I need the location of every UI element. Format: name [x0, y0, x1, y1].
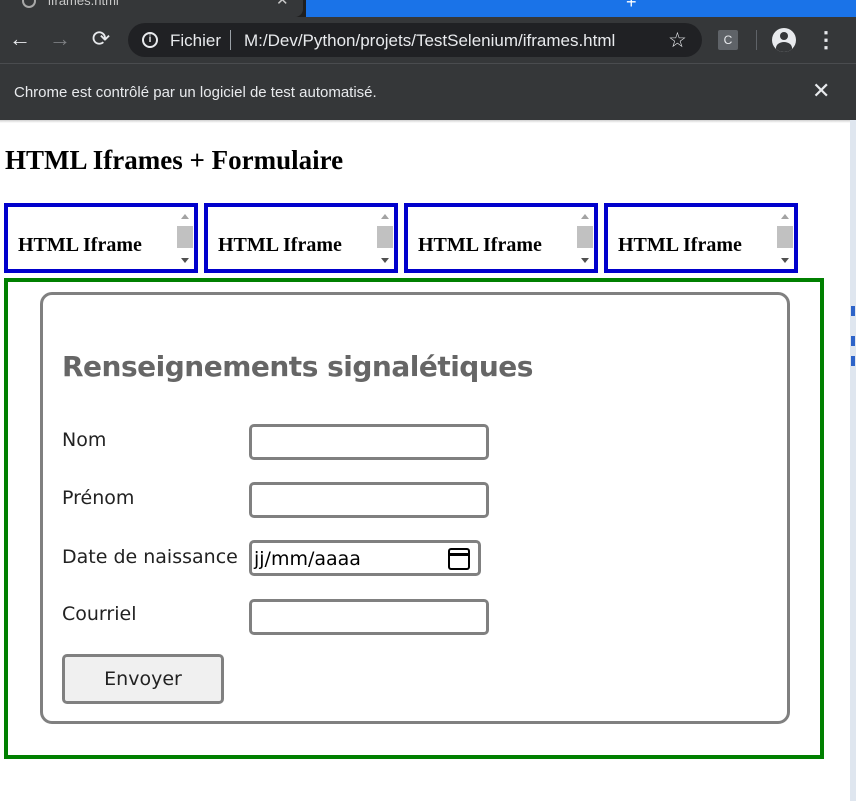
close-icon[interactable]: ✕ [812, 78, 830, 104]
profile-icon[interactable] [772, 28, 796, 52]
iframe-heading: HTML Iframe [18, 234, 142, 256]
tab-close-icon[interactable]: ✕ [276, 0, 289, 9]
scroll-down-icon[interactable] [381, 258, 389, 263]
info-icon[interactable]: i [142, 32, 158, 48]
scroll-up-icon[interactable] [181, 214, 189, 219]
new-tab-icon[interactable]: + [626, 0, 637, 13]
back-arrow-icon[interactable]: ← [4, 23, 36, 55]
scroll-up-icon[interactable] [781, 214, 789, 219]
iframe-scrollbar[interactable] [376, 212, 394, 268]
tab-title: iframes.html [48, 0, 119, 8]
kebab-menu-icon[interactable]: ⋮ [815, 25, 837, 55]
globe-icon [22, 0, 36, 8]
form-card: Renseignements signalétiques Nom Prénom … [40, 292, 790, 724]
date-label: Date de naissance [62, 546, 238, 568]
reload-icon[interactable]: ⟳ [85, 23, 117, 55]
scroll-down-icon[interactable] [781, 258, 789, 263]
submit-button[interactable]: Envoyer [62, 654, 224, 704]
iframe-heading: HTML Iframe [218, 234, 342, 256]
nom-label: Nom [62, 429, 107, 451]
window-edge [850, 120, 856, 801]
url-text[interactable]: M:/Dev/Python/projets/TestSelenium/ifram… [244, 31, 615, 51]
iframe-3[interactable]: HTML Iframe [404, 203, 598, 273]
extension-icon[interactable]: C [718, 30, 738, 50]
tab-strip: iframes.html ✕ + [0, 0, 856, 17]
scroll-down-icon[interactable] [581, 258, 589, 263]
courriel-input[interactable] [249, 599, 489, 635]
star-icon[interactable]: ☆ [668, 28, 687, 53]
browser-toolbar: ← → ⟳ i Fichier M:/Dev/Python/projets/Te… [0, 17, 856, 63]
forward-arrow-icon[interactable]: → [44, 23, 76, 55]
prenom-input[interactable] [249, 482, 489, 518]
scroll-down-icon[interactable] [181, 258, 189, 263]
page-title: HTML Iframes + Formulaire [5, 145, 344, 175]
form-title: Renseignements signalétiques [62, 350, 533, 383]
new-tab-area: + [306, 0, 856, 17]
scroll-thumb[interactable] [577, 226, 593, 248]
form-iframe[interactable]: Renseignements signalétiques Nom Prénom … [4, 278, 824, 759]
iframe-4[interactable]: HTML Iframe [604, 203, 798, 273]
date-placeholder: jj/mm/aaaa [254, 548, 361, 570]
iframe-scrollbar[interactable] [576, 212, 594, 268]
iframe-heading: HTML Iframe [618, 234, 742, 256]
address-bar[interactable]: i Fichier M:/Dev/Python/projets/TestSele… [128, 23, 702, 57]
prenom-label: Prénom [62, 487, 135, 509]
scroll-up-icon[interactable] [581, 214, 589, 219]
scroll-thumb[interactable] [377, 226, 393, 248]
nom-input[interactable] [249, 424, 489, 460]
infobar-message: Chrome est contrôlé par un logiciel de t… [14, 84, 377, 101]
calendar-icon[interactable] [448, 548, 470, 570]
date-input[interactable]: jj/mm/aaaa [249, 540, 481, 576]
url-scheme: Fichier [170, 31, 222, 50]
iframe-2[interactable]: HTML Iframe [204, 203, 398, 273]
automation-infobar: Chrome est contrôlé par un logiciel de t… [0, 63, 856, 120]
infobar-shadow [0, 120, 856, 123]
scroll-thumb[interactable] [177, 226, 193, 248]
iframe-1[interactable]: HTML Iframe [4, 203, 198, 273]
toolbar-divider [756, 30, 757, 50]
active-tab[interactable]: iframes.html ✕ [0, 0, 303, 17]
iframe-scrollbar[interactable] [776, 212, 794, 268]
iframe-heading: HTML Iframe [418, 234, 542, 256]
url-separator [230, 30, 231, 50]
scroll-up-icon[interactable] [381, 214, 389, 219]
iframe-scrollbar[interactable] [176, 212, 194, 268]
scroll-thumb[interactable] [777, 226, 793, 248]
courriel-label: Courriel [62, 603, 137, 625]
